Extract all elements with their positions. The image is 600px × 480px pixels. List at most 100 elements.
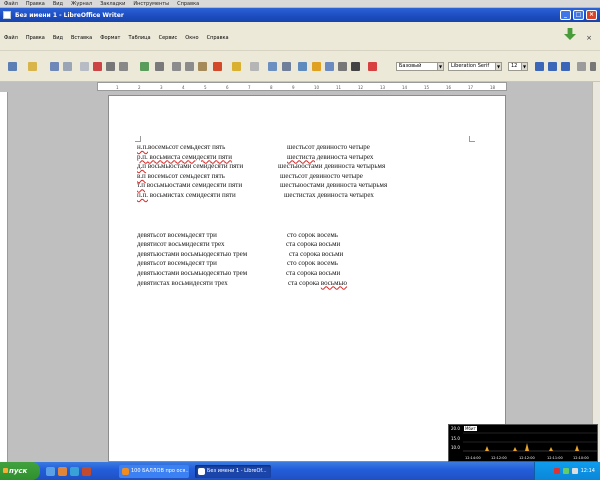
ruler-tick: 8: [270, 85, 273, 90]
taskbar: пуск 100 БАЛЛОВ про ося... Без имени 1 -…: [0, 462, 600, 480]
menu-edit[interactable]: Правка: [26, 35, 45, 41]
maximize-button[interactable]: □: [573, 10, 584, 20]
open-icon[interactable]: [28, 62, 37, 71]
case-form-left: в.п восемьсот семьдесят пять: [137, 171, 225, 180]
font-name-select[interactable]: Liberation Serif ▼: [448, 62, 502, 71]
copy-icon[interactable]: [185, 62, 194, 71]
horizontal-ruler[interactable]: 1 2 3 4 5 6 7 8 9 10 11 12 13 14 15 16 1…: [97, 82, 507, 91]
language-icon[interactable]: [553, 468, 560, 474]
vertical-scrollbar[interactable]: [592, 82, 600, 462]
gallery-icon[interactable]: [325, 62, 334, 71]
redo-icon[interactable]: [250, 62, 259, 71]
paragraph-style-select[interactable]: Базовый ▼: [396, 62, 444, 71]
case-form-right: шестьюостами девиноста четырьмя: [280, 181, 388, 190]
shell-menu-item[interactable]: Правка: [26, 1, 45, 7]
number-form-left: девятьсот восемьдесят три: [137, 259, 217, 268]
chevron-down-icon[interactable]: ▼: [521, 63, 527, 70]
menu-help[interactable]: Справка: [207, 35, 229, 41]
clone-formatting-icon[interactable]: [213, 62, 222, 71]
close-document-icon[interactable]: ×: [586, 34, 592, 42]
menu-window[interactable]: Окно: [185, 35, 198, 41]
shell-menu-item[interactable]: Вид: [53, 1, 63, 7]
clock[interactable]: 12:14: [581, 468, 595, 474]
document-workarea: 1 2 3 4 5 6 7 8 9 10 11 12 13 14 15 16 1…: [0, 82, 600, 462]
table-icon[interactable]: [282, 62, 291, 71]
volume-icon[interactable]: [571, 468, 578, 474]
close-window-button[interactable]: ×: [586, 10, 597, 20]
menu-insert[interactable]: Вставка: [71, 35, 92, 41]
network-icon[interactable]: [562, 468, 569, 474]
italic-icon[interactable]: [548, 62, 557, 71]
shell-menu-item[interactable]: Файл: [4, 1, 18, 7]
number-form-right: ста сорока восьмью: [288, 278, 347, 287]
zoom-icon[interactable]: [368, 62, 377, 71]
paragraph-style-value: Базовый: [399, 63, 422, 69]
spellcheck-icon[interactable]: [140, 62, 149, 71]
text-boundary-corner: [135, 136, 141, 142]
menu-format[interactable]: Формат: [100, 35, 120, 41]
case-form-left: п.п. восьмистах семидесяти пяти: [137, 190, 236, 199]
number-form-left: девятисот восьмидесяти трех: [137, 240, 225, 249]
menu-table[interactable]: Таблица: [128, 35, 150, 41]
ie-icon[interactable]: [70, 466, 79, 476]
vertical-ruler[interactable]: [0, 92, 8, 462]
autospellcheck-icon[interactable]: [155, 62, 164, 71]
ruler-tick: 5: [204, 85, 207, 90]
font-size-select[interactable]: 12 ▼: [508, 62, 528, 71]
save-icon[interactable]: [50, 62, 59, 71]
update-available-icon[interactable]: [564, 28, 576, 40]
window-titlebar[interactable]: Без имени 1 - LibreOffice Writer _ □ ×: [0, 8, 600, 22]
formatting-marks-icon[interactable]: [351, 62, 360, 71]
paste-icon[interactable]: [198, 62, 207, 71]
taskbar-item-writer[interactable]: Без имени 1 - LibreOf...: [195, 464, 271, 478]
firefox-icon[interactable]: [58, 466, 67, 476]
shell-menu-item[interactable]: Закладки: [100, 1, 125, 7]
edit-mode-icon[interactable]: [80, 62, 89, 71]
menu-tools[interactable]: Сервис: [159, 35, 178, 41]
ruler-tick: 4: [182, 85, 185, 90]
new-document-icon[interactable]: [8, 62, 17, 71]
ruler-tick: 12: [358, 85, 364, 90]
taskbar-item-browser[interactable]: 100 БАЛЛОВ про ося...: [119, 464, 189, 478]
media-icon[interactable]: [82, 466, 91, 476]
menubar: Файл Правка Вид Вставка Формат Таблица С…: [0, 22, 600, 50]
ruler-tick: 16: [446, 85, 452, 90]
datasources-icon[interactable]: [338, 62, 347, 71]
start-button[interactable]: пуск: [0, 462, 40, 480]
ruler-tick: 17: [468, 85, 474, 90]
network-monitor-widget[interactable]: 20.0 Мбит 15.0 10.0 12:14:00 12:12:00 12…: [448, 424, 598, 462]
print-preview-icon[interactable]: [119, 62, 128, 71]
bold-icon[interactable]: [535, 62, 544, 71]
standard-formatting-toolbar: Базовый ▼ Liberation Serif ▼ 12 ▼: [0, 50, 600, 82]
undo-icon[interactable]: [232, 62, 241, 71]
chevron-down-icon[interactable]: ▼: [495, 63, 501, 70]
email-icon[interactable]: [63, 62, 72, 71]
show-desktop-icon[interactable]: [46, 466, 55, 476]
netmon-time-label: 12:12:00: [491, 456, 507, 460]
ruler-tick: 11: [336, 85, 342, 90]
print-icon[interactable]: [106, 62, 115, 71]
export-pdf-icon[interactable]: [93, 62, 102, 71]
shell-menu-item[interactable]: Справка: [177, 1, 199, 7]
case-form-left: т.п восьмыостами семидесяти пяти: [137, 181, 243, 190]
menu-view[interactable]: Вид: [53, 35, 63, 41]
netmon-time-label: 12:12:00: [519, 456, 535, 460]
case-form-left: р.п. восьмиста семидесяти пяти: [137, 152, 232, 161]
shell-menu-item[interactable]: Инструменты: [133, 1, 169, 7]
image-icon[interactable]: [298, 62, 307, 71]
shell-menu-item[interactable]: Журнал: [71, 1, 92, 7]
ruler-tick: 1: [116, 85, 119, 90]
font-size-value: 12: [511, 63, 518, 69]
document-page[interactable]: н.п.восемьсот семьдесят пять шестьсот де…: [108, 95, 506, 462]
hyperlink-icon[interactable]: [268, 62, 277, 71]
cut-icon[interactable]: [172, 62, 181, 71]
navigator-icon[interactable]: [312, 62, 321, 71]
menu-file[interactable]: Файл: [4, 35, 18, 41]
underline-icon[interactable]: [561, 62, 570, 71]
window-title: Без имени 1 - LibreOffice Writer: [15, 11, 124, 19]
toolbar-overflow-icon[interactable]: [590, 62, 596, 71]
minimize-button[interactable]: _: [560, 10, 571, 20]
align-left-icon[interactable]: [577, 62, 586, 71]
chevron-down-icon[interactable]: ▼: [437, 63, 443, 70]
case-form-right: шестьюостами девиноста четырьмя: [278, 162, 386, 171]
